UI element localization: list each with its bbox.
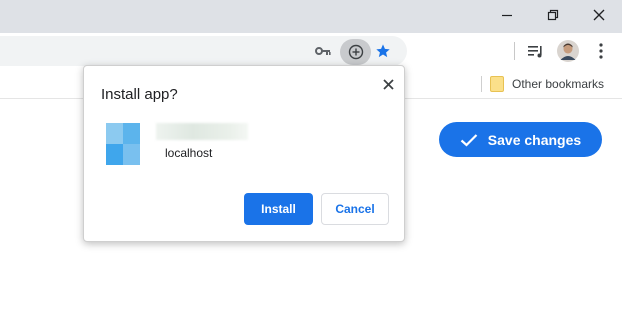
- profile-avatar-icon: [557, 39, 579, 62]
- profile-button[interactable]: [556, 33, 580, 68]
- password-key-button[interactable]: [308, 36, 338, 66]
- key-icon: [315, 47, 331, 55]
- media-control-button[interactable]: [524, 33, 548, 68]
- restore-icon: [547, 9, 559, 21]
- star-icon: [376, 44, 390, 58]
- save-changes-label: Save changes: [487, 131, 582, 148]
- close-window-button[interactable]: [576, 0, 622, 30]
- other-bookmarks-folder[interactable]: Other bookmarks: [490, 72, 604, 95]
- title-bar: [0, 0, 622, 33]
- app-name-redacted: [156, 123, 248, 140]
- media-control-icon: [528, 45, 542, 57]
- dialog-close-button[interactable]: [380, 76, 396, 92]
- minimize-icon: [502, 14, 512, 17]
- folder-icon: [490, 75, 504, 92]
- install-button[interactable]: Install: [244, 193, 313, 225]
- checkmark-icon: [460, 133, 478, 147]
- install-app-button[interactable]: [340, 39, 371, 65]
- cancel-button[interactable]: Cancel: [321, 193, 389, 225]
- bookmarks-divider: [481, 76, 482, 92]
- install-app-icon: [348, 44, 363, 60]
- dialog-title: Install app?: [101, 86, 178, 103]
- app-icon: [106, 123, 140, 165]
- restore-button[interactable]: [530, 0, 576, 30]
- save-changes-button[interactable]: Save changes: [439, 122, 602, 157]
- close-icon: [382, 78, 394, 90]
- toolbar-divider: [514, 33, 515, 68]
- kebab-menu-icon: [599, 42, 603, 59]
- other-bookmarks-label: Other bookmarks: [512, 76, 605, 91]
- install-app-dialog: Install app? localhost Install Cancel: [83, 65, 405, 242]
- app-origin: localhost: [165, 146, 213, 160]
- browser-menu-button[interactable]: [589, 33, 613, 68]
- bookmark-star-button[interactable]: [368, 36, 398, 66]
- close-icon: [593, 9, 605, 21]
- minimize-button[interactable]: [484, 0, 530, 30]
